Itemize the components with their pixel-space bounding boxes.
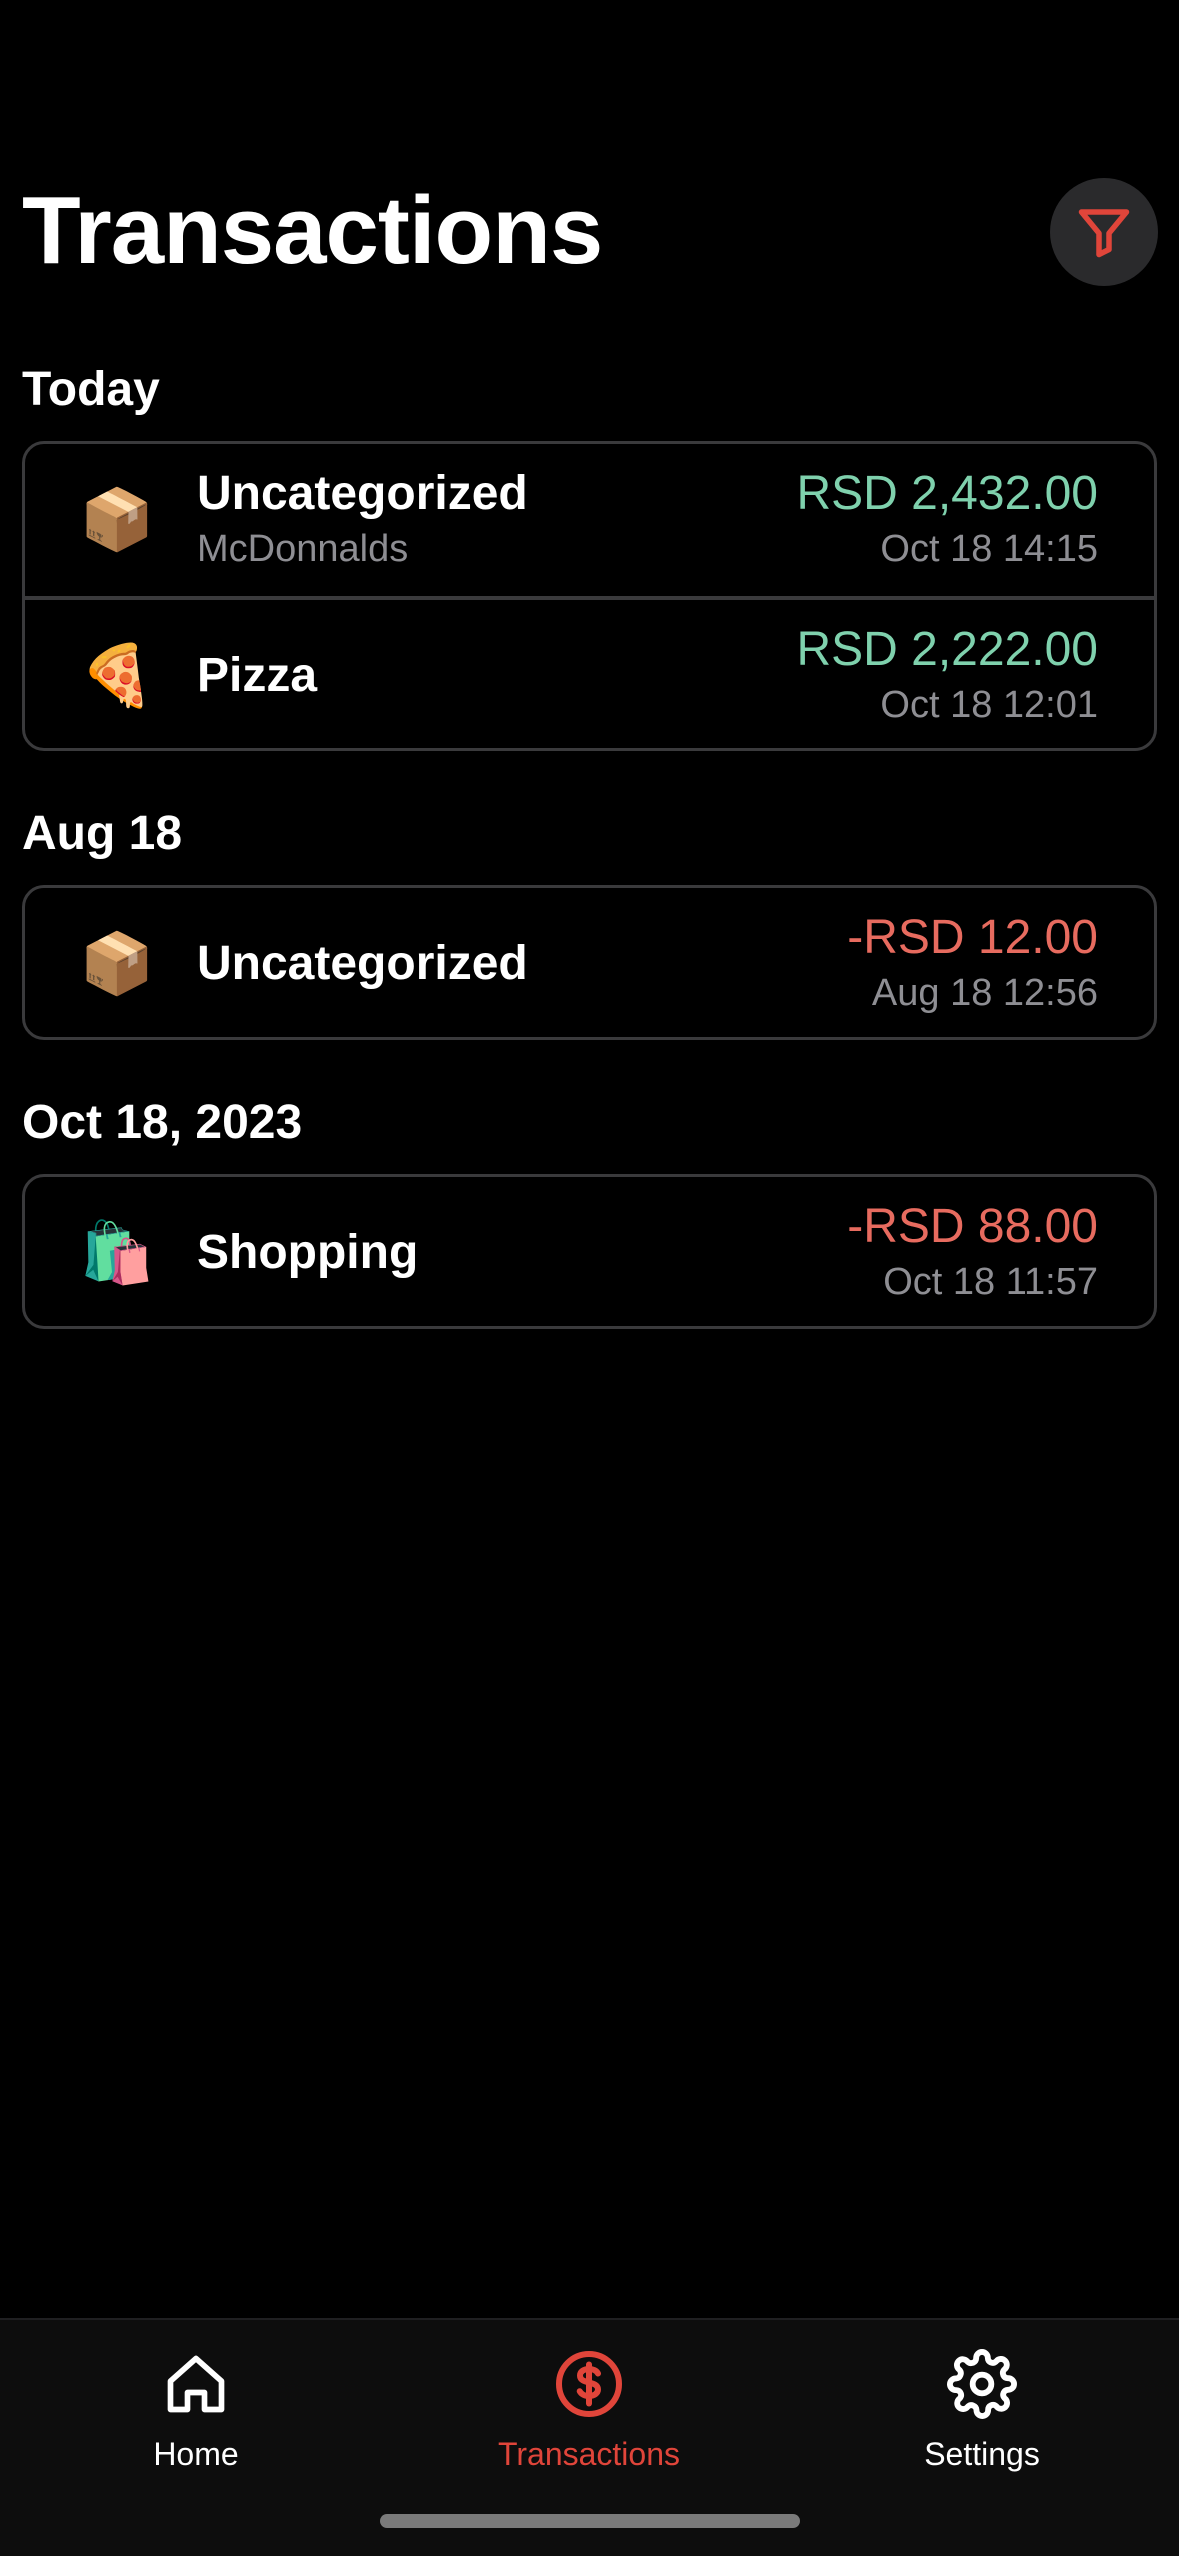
- home-indicator: [380, 2514, 800, 2528]
- transaction-group-aug-18: 📦 Uncategorized -RSD 12.00 Aug 18 12:56: [22, 885, 1157, 1040]
- transactions-screen: Transactions Today 📦 Uncategorized McDon…: [0, 0, 1179, 2556]
- transaction-time: Oct 18 11:57: [883, 1261, 1098, 1303]
- transaction-row[interactable]: 📦 Uncategorized McDonnalds RSD 2,432.00 …: [25, 444, 1154, 596]
- section-header-oct-18-2023: Oct 18, 2023: [22, 1096, 303, 1149]
- transaction-category: Uncategorized: [197, 937, 528, 990]
- transaction-amount: RSD 2,432.00: [796, 467, 1098, 520]
- tab-settings-label: Settings: [924, 2436, 1040, 2472]
- transaction-time: Oct 18 12:01: [880, 684, 1098, 726]
- package-icon: 📦: [79, 929, 155, 999]
- tab-home-label: Home: [153, 2436, 239, 2472]
- section-header-today: Today: [22, 363, 160, 416]
- package-icon: 📦: [79, 485, 155, 555]
- shopping-bags-icon: 🛍️: [79, 1218, 155, 1288]
- home-icon: [156, 2344, 236, 2424]
- transaction-category: Shopping: [197, 1226, 419, 1279]
- dollar-circle-icon: [549, 2344, 629, 2424]
- gear-icon: [942, 2344, 1022, 2424]
- transaction-category: Pizza: [197, 649, 318, 702]
- page-title: Transactions: [22, 177, 603, 284]
- tab-transactions-label: Transactions: [498, 2436, 680, 2472]
- transaction-category: Uncategorized: [197, 467, 528, 520]
- tab-settings[interactable]: Settings: [852, 2320, 1112, 2500]
- filter-icon: [1078, 209, 1130, 258]
- transaction-group-oct-18-2023: 🛍️ Shopping -RSD 88.00 Oct 18 11:57: [22, 1174, 1157, 1329]
- transaction-row[interactable]: 🛍️ Shopping -RSD 88.00 Oct 18 11:57: [25, 1177, 1154, 1326]
- tab-transactions[interactable]: Transactions: [459, 2320, 719, 2500]
- transaction-amount: RSD 2,222.00: [796, 623, 1098, 676]
- transaction-time: Aug 18 12:56: [871, 972, 1098, 1014]
- transaction-note: McDonnalds: [197, 528, 409, 570]
- tab-home[interactable]: Home: [66, 2320, 326, 2500]
- transaction-amount: -RSD 88.00: [847, 1200, 1098, 1253]
- transaction-amount: -RSD 12.00: [847, 911, 1098, 964]
- section-header-aug-18: Aug 18: [22, 807, 183, 860]
- transaction-group-today: 📦 Uncategorized McDonnalds RSD 2,432.00 …: [22, 441, 1157, 751]
- filter-button[interactable]: [1050, 178, 1158, 286]
- transaction-row[interactable]: 📦 Uncategorized -RSD 12.00 Aug 18 12:56: [25, 888, 1154, 1037]
- transaction-row[interactable]: 🍕 Pizza RSD 2,222.00 Oct 18 12:01: [25, 596, 1154, 748]
- transaction-time: Oct 18 14:15: [880, 528, 1098, 570]
- pizza-icon: 🍕: [79, 641, 155, 711]
